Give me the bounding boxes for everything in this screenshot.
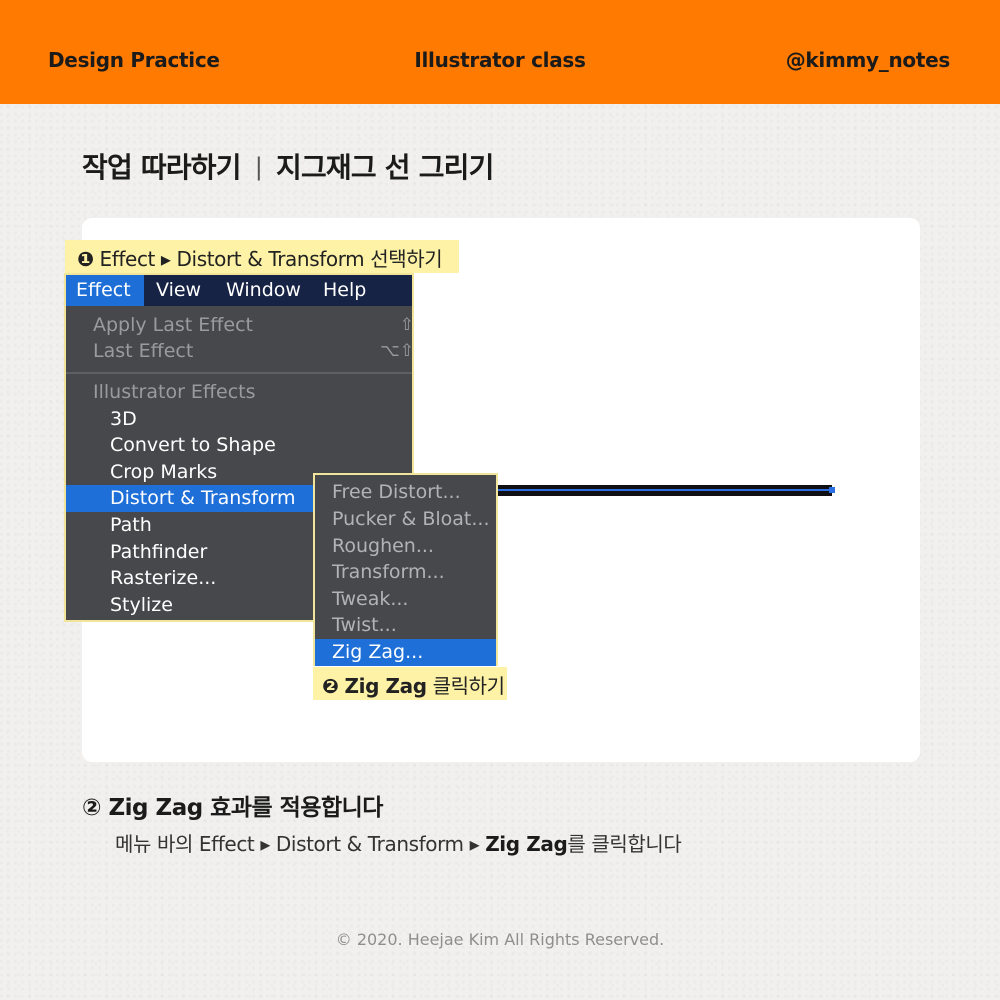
line-anchor-point[interactable]: [829, 487, 835, 493]
callout-step-1: ❶ Effect ▸ Distort & Transform 선택하기: [65, 240, 459, 273]
submenu-item-twist[interactable]: Twist...: [315, 612, 496, 639]
menu-item-3d[interactable]: 3D: [66, 406, 412, 433]
step-title: ② Zig Zag 효과를 적용합니다: [82, 795, 383, 821]
callout-2-marker: ❷: [322, 674, 339, 698]
step-description: 메뉴 바의 Effect ▸ Distort & Transform ▸ Zig…: [115, 828, 682, 857]
apply-last-effect-shortcut: ⇧: [399, 315, 414, 335]
menubar-window[interactable]: Window: [226, 275, 301, 306]
page-title: 작업 따라하기 | 지그재그 선 그리기: [82, 146, 494, 186]
top-banner: Design Practice Illustrator class @kimmy…: [0, 0, 1000, 104]
last-effect-label: Last Effect: [93, 340, 194, 362]
callout-1-text: Effect ▸ Distort & Transform 선택하기: [99, 247, 443, 271]
last-effect-shortcut: ⌥⇧: [380, 341, 414, 361]
callout-1-marker: ❶: [77, 247, 94, 271]
submenu-item-pucker-bloat[interactable]: Pucker & Bloat...: [315, 506, 496, 533]
menu-item-distort-transform[interactable]: Distort & Transform: [66, 485, 316, 512]
menu-section-illustrator-effects: Illustrator Effects: [93, 381, 256, 403]
menu-item-apply-last-effect[interactable]: Apply Last Effect ⇧: [66, 312, 414, 339]
callout-2-bold: Zig Zag: [344, 674, 428, 698]
submenu-item-free-distort[interactable]: Free Distort...: [315, 479, 496, 506]
banner-right-text: @kimmy_notes: [785, 48, 951, 72]
menubar-effect[interactable]: Effect: [66, 275, 144, 306]
selected-line-highlight: [498, 489, 832, 491]
submenu-item-transform[interactable]: Transform...: [315, 559, 496, 586]
submenu-item-tweak[interactable]: Tweak...: [315, 586, 496, 613]
title-separator: |: [254, 153, 263, 181]
step-desc-bold: Zig Zag: [485, 832, 568, 856]
page-title-main: 작업 따라하기: [82, 151, 242, 184]
menu-item-convert-to-shape[interactable]: Convert to Shape: [66, 432, 412, 459]
submenu-item-zig-zag[interactable]: Zig Zag...: [315, 639, 496, 666]
callout-step-2: ❷ Zig Zag 클릭하기: [313, 667, 507, 700]
step-desc-prefix: 메뉴 바의 Effect ▸ Distort & Transform ▸: [115, 832, 486, 856]
menubar-help[interactable]: Help: [323, 275, 366, 306]
callout-2-text: 클릭하기: [426, 674, 505, 698]
distort-transform-submenu: Free Distort... Pucker & Bloat... Roughe…: [313, 473, 498, 666]
menubar-view[interactable]: View: [156, 275, 201, 306]
menu-item-last-effect[interactable]: Last Effect ⌥⇧: [66, 338, 414, 365]
menu-bar: Effect View Window Help: [66, 275, 412, 306]
submenu-item-roughen[interactable]: Roughen...: [315, 533, 496, 560]
menu-divider: [66, 372, 412, 374]
page-title-sub: 지그재그 선 그리기: [276, 151, 494, 184]
apply-last-effect-label: Apply Last Effect: [93, 314, 253, 336]
copyright-footer: © 2020. Heejae Kim All Rights Reserved.: [335, 930, 665, 949]
step-desc-suffix: 를 클릭합니다: [567, 832, 682, 856]
